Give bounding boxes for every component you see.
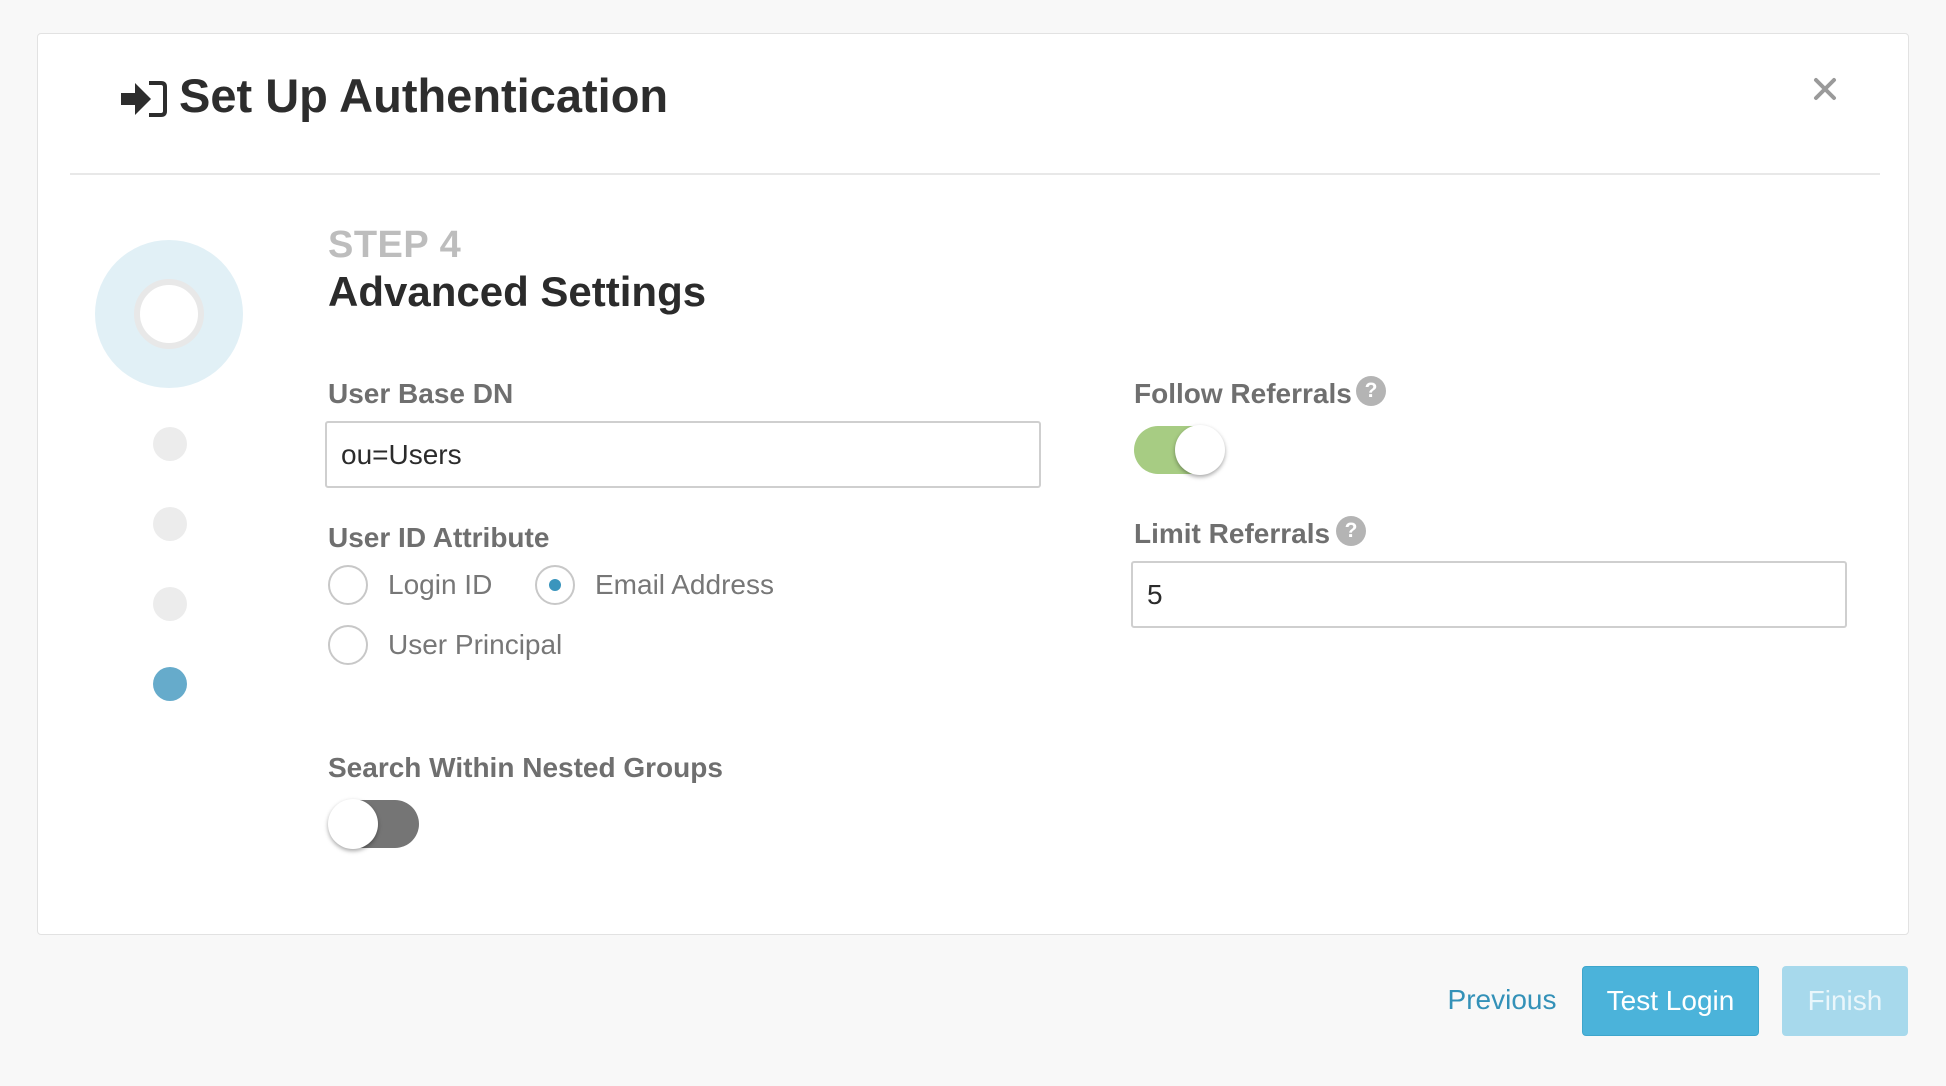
radio-circle-selected[interactable]: [535, 565, 575, 605]
setup-authentication-modal: Set Up Authentication STEP 4 Advanced Se…: [37, 33, 1909, 935]
limit-referrals-help-icon[interactable]: ?: [1336, 516, 1366, 546]
user-base-dn-input[interactable]: [325, 421, 1041, 488]
follow-referrals-toggle[interactable]: [1134, 425, 1225, 475]
radio-label-user-principal: User Principal: [388, 629, 563, 660]
search-nested-groups-toggle[interactable]: [328, 799, 419, 849]
close-icon: [1814, 78, 1836, 100]
user-base-dn-label: User Base DN: [328, 378, 514, 409]
radio-label-login-id: Login ID: [388, 569, 493, 600]
radio-circle[interactable]: [328, 625, 368, 665]
follow-referrals-label: Follow Referrals: [1134, 378, 1352, 409]
radio-label-email-address: Email Address: [595, 569, 774, 600]
search-nested-groups-label: Search Within Nested Groups: [328, 752, 723, 783]
toggle-knob: [1175, 425, 1225, 475]
modal-header: Set Up Authentication: [70, 34, 1880, 175]
user-id-attribute-label: User ID Attribute: [328, 522, 550, 553]
stepper-dot-2: [153, 507, 187, 541]
radio-login-id[interactable]: Login ID: [328, 565, 492, 605]
finish-button[interactable]: Finish: [1782, 966, 1908, 1036]
limit-referrals-input[interactable]: [1131, 561, 1847, 628]
follow-referrals-help-icon[interactable]: ?: [1356, 376, 1386, 406]
modal-title: Set Up Authentication: [179, 69, 669, 122]
step-label: STEP 4: [328, 224, 462, 266]
previous-button[interactable]: Previous: [1432, 965, 1572, 1035]
stepper-dot-4-active: [153, 667, 187, 701]
close-button[interactable]: [1808, 72, 1842, 106]
radio-circle[interactable]: [328, 565, 368, 605]
radio-email-address[interactable]: Email Address: [535, 565, 774, 605]
stepper-dot-3: [153, 587, 187, 621]
step-title: Advanced Settings: [328, 268, 707, 315]
limit-referrals-label: Limit Referrals: [1134, 518, 1331, 549]
sign-in-icon: [121, 81, 167, 117]
stepper-dot-1: [153, 427, 187, 461]
test-login-button[interactable]: Test Login: [1582, 966, 1759, 1036]
toggle-knob: [328, 799, 378, 849]
stepper-current-step: [95, 240, 243, 388]
radio-user-principal[interactable]: User Principal: [328, 625, 562, 665]
